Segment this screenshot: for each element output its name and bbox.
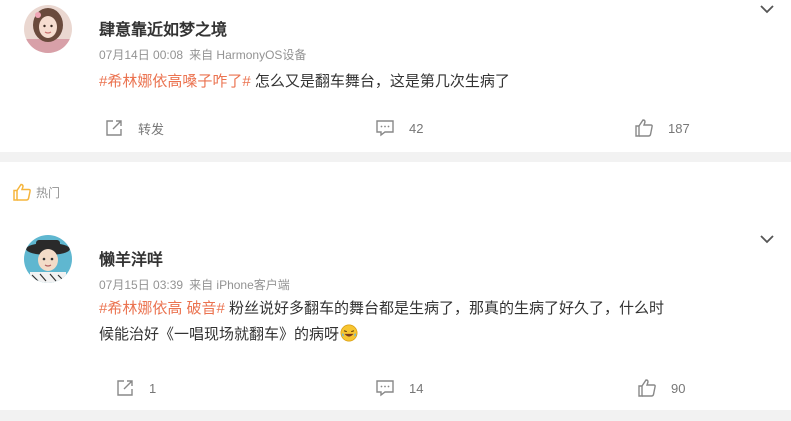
comment-count: 42	[409, 120, 424, 136]
like-count: 90	[671, 380, 686, 396]
repost-button[interactable]: 1	[115, 378, 156, 398]
username[interactable]: 肆意靠近如梦之境	[99, 16, 227, 40]
repost-label: 转发	[138, 121, 165, 137]
hot-label: 热门	[36, 185, 61, 200]
repost-count: 1	[149, 380, 157, 396]
comment-button[interactable]: 14	[375, 378, 423, 398]
thumbs-up-outline-icon	[13, 183, 31, 201]
post-text-line-2: 候能治好《一唱现场就翻车》的病呀	[99, 322, 779, 348]
card-separator	[0, 152, 791, 162]
post-time[interactable]: 07月14日 00:08	[99, 48, 183, 62]
comment-button[interactable]: 42	[375, 118, 423, 138]
user-avatar-image	[24, 5, 72, 53]
post-meta: 07月15日 03:39 来自 iPhone客户端	[99, 276, 290, 293]
user-avatar-image	[24, 235, 72, 283]
laughing-crying-emoji-icon	[340, 324, 358, 342]
topic-link[interactable]: #希林娜依高 破音#	[99, 300, 225, 317]
chevron-down-icon[interactable]	[759, 234, 775, 244]
share-arrow-icon	[117, 380, 133, 396]
comment-bubble-icon	[376, 120, 394, 137]
comment-bubble-icon	[376, 380, 394, 397]
like-button[interactable]: 187	[634, 118, 690, 138]
post-meta: 07月14日 00:08 来自 HarmonyOS设备	[99, 46, 306, 63]
like-button[interactable]: 90	[637, 378, 685, 398]
post-card-1: 肆意靠近如梦之境 07月14日 00:08 来自 HarmonyOS设备 #希林娜…	[0, 0, 791, 152]
post-text: 粉丝说好多翻车的舞台都是生病了，那真的生病了好久了，什么时	[224, 300, 665, 317]
post-content: #希林娜依高嗓子咋了# 怎么又是翻车舞台，这是第几次生病了	[99, 69, 779, 95]
avatar[interactable]	[24, 5, 72, 53]
post-content: #希林娜依高 破音# 粉丝说好多翻车的舞台都是生病了，那真的生病了好久了，什么时…	[99, 296, 779, 348]
thumbs-up-icon	[638, 379, 656, 397]
topic-link[interactable]: #希林娜依高嗓子咋了#	[99, 73, 251, 90]
username[interactable]: 懒羊洋咩	[99, 246, 163, 270]
thumbs-up-icon	[635, 119, 653, 137]
post-text: 候能治好《一唱现场就翻车》的病呀	[99, 326, 340, 343]
post-source: 来自 iPhone客户端	[189, 278, 290, 292]
card-separator	[0, 410, 791, 421]
hot-section-header: 热门	[12, 182, 60, 202]
post-time[interactable]: 07月15日 03:39	[99, 278, 183, 292]
share-arrow-icon	[106, 120, 122, 136]
avatar[interactable]	[24, 235, 72, 283]
post-card-2: 懒羊洋咩 07月15日 03:39 来自 iPhone客户端 #希林娜依高 破音#…	[0, 212, 791, 410]
chevron-down-icon[interactable]	[759, 4, 775, 14]
like-count: 187	[668, 120, 690, 136]
post-source: 来自 HarmonyOS设备	[189, 48, 307, 62]
comment-count: 14	[409, 380, 424, 396]
post-text-line-1: #希林娜依高 破音# 粉丝说好多翻车的舞台都是生病了，那真的生病了好久了，什么时	[99, 296, 779, 322]
post-text: 怎么又是翻车舞台，这是第几次生病了	[250, 73, 510, 90]
repost-button[interactable]: 转发	[104, 118, 164, 138]
